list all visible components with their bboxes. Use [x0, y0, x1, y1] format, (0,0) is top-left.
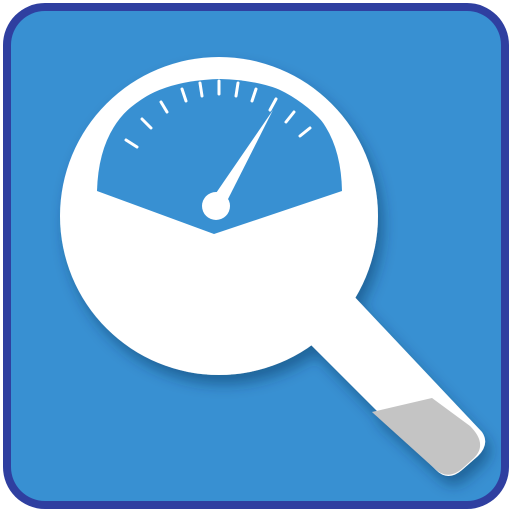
app-icon[interactable]	[0, 0, 512, 512]
gauge-hub	[202, 192, 230, 220]
